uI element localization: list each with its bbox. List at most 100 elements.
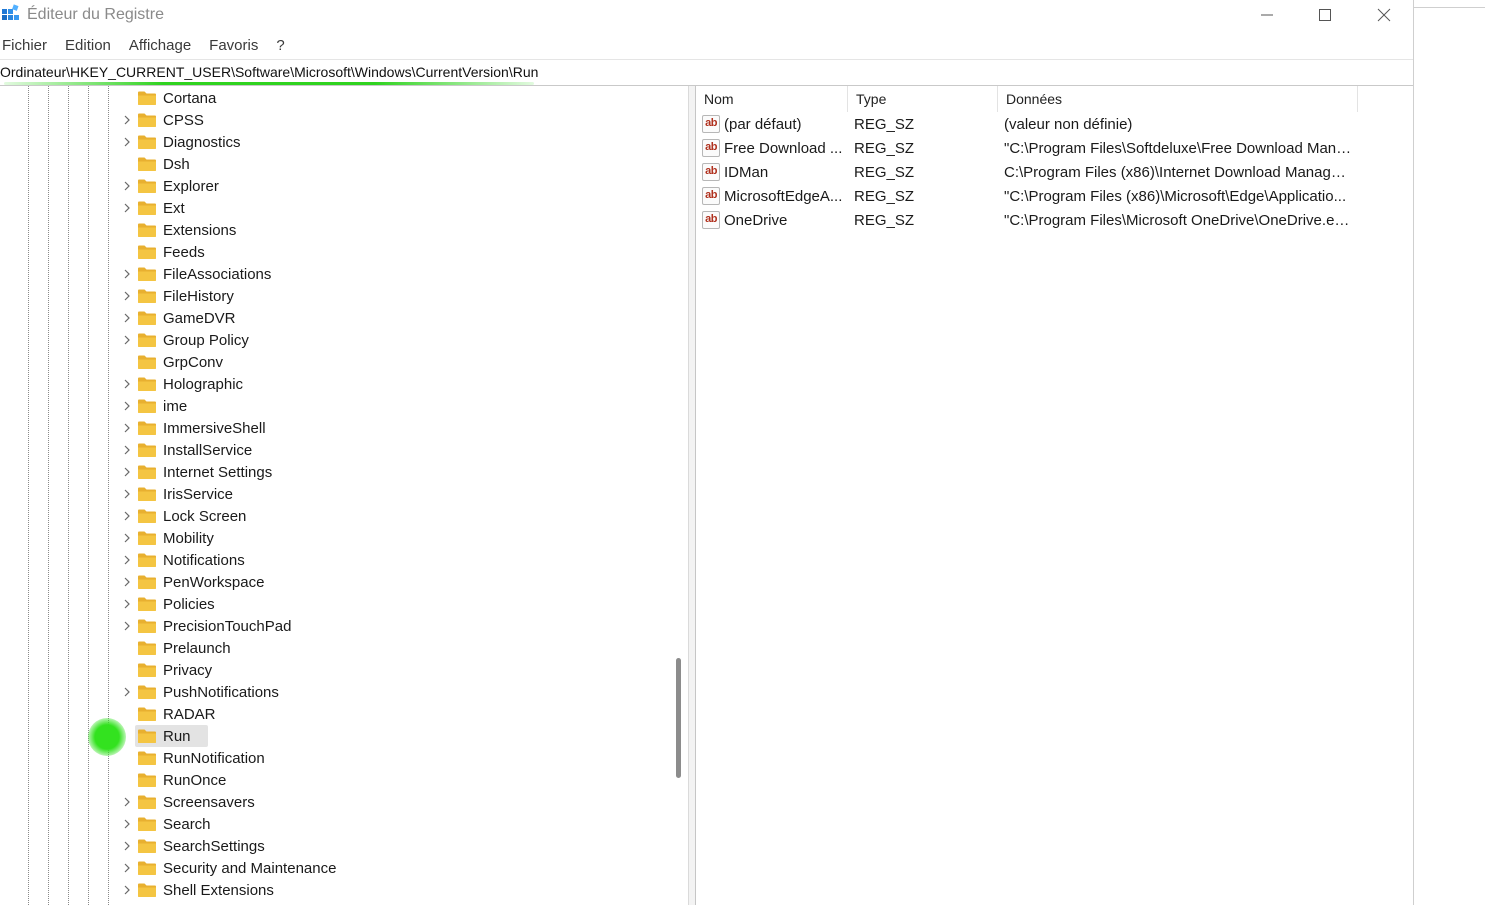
tree-item[interactable]: Explorer [118, 175, 222, 197]
tree-scrollbar[interactable] [670, 86, 688, 905]
chevron-right-icon[interactable] [118, 461, 136, 483]
chevron-right-icon[interactable] [118, 417, 136, 439]
tree-item[interactable]: RunOnce [118, 769, 229, 791]
tree-item[interactable]: Holographic [118, 373, 246, 395]
background-window-edge [1414, 0, 1485, 905]
tree-item[interactable]: RunNotification [118, 747, 268, 769]
chevron-right-icon[interactable] [118, 593, 136, 615]
chevron-right-icon[interactable] [118, 813, 136, 835]
tree-item[interactable]: SearchSettings [118, 835, 268, 857]
tree-item[interactable]: Cortana [118, 87, 219, 109]
tree-item[interactable]: Security and Maintenance [118, 857, 339, 879]
chevron-right-icon[interactable] [118, 835, 136, 857]
tree-item[interactable]: GrpConv [118, 351, 226, 373]
chevron-right-icon[interactable] [118, 175, 136, 197]
chevron-right-icon[interactable] [118, 131, 136, 153]
tree-item[interactable]: Group Policy [118, 329, 252, 351]
tree-item[interactable]: Diagnostics [118, 131, 244, 153]
tree-item[interactable]: Privacy [118, 659, 215, 681]
chevron-right-icon[interactable] [118, 263, 136, 285]
tree-item-label: Prelaunch [163, 639, 231, 657]
chevron-right-icon[interactable] [118, 483, 136, 505]
chevron-right-icon[interactable] [118, 549, 136, 571]
maximize-button[interactable] [1296, 0, 1354, 30]
tree-item[interactable]: Internet Settings [118, 461, 275, 483]
tree-item[interactable]: ime [118, 395, 190, 417]
minimize-button[interactable] [1238, 0, 1296, 30]
column-header-type[interactable]: Type [848, 86, 998, 112]
tree-item-label: Notifications [163, 551, 245, 569]
folder-icon [138, 223, 156, 237]
chevron-right-icon[interactable] [118, 571, 136, 593]
tree-item[interactable]: Shell Extensions [118, 879, 277, 901]
value-name: (par défaut) [724, 116, 802, 133]
chevron-right-icon[interactable] [118, 285, 136, 307]
tree-item[interactable]: Search [118, 813, 214, 835]
menu-edition[interactable]: Edition [56, 34, 120, 58]
tree-item-label: Holographic [163, 375, 244, 393]
tree-item[interactable]: ImmersiveShell [118, 417, 269, 439]
string-value-icon: ab [702, 163, 720, 181]
chevron-right-icon[interactable] [118, 615, 136, 637]
registry-value-row[interactable]: ab OneDrive REG_SZ "C:\Program Files\Micros… [696, 209, 1413, 233]
chevron-right-icon[interactable] [118, 395, 136, 417]
chevron-right-icon[interactable] [118, 879, 136, 901]
chevron-right-icon[interactable] [118, 373, 136, 395]
address-path[interactable]: Ordinateur\HKEY_CURRENT_USER\Software\Mi… [0, 64, 538, 80]
string-value-icon: ab [702, 115, 720, 133]
registry-value-row[interactable]: ab IDMan REG_SZ C:\Program Files (x86)\Inte… [696, 161, 1413, 185]
registry-value-row[interactable]: ab MicrosoftEdgeA... REG_SZ "C:\Program Fil… [696, 185, 1413, 209]
tree-item[interactable]: Notifications [118, 549, 248, 571]
chevron-right-icon[interactable] [118, 307, 136, 329]
address-bar[interactable]: Ordinateur\HKEY_CURRENT_USER\Software\Mi… [0, 59, 1413, 86]
tree-item[interactable]: RADAR [118, 703, 219, 725]
tree-item[interactable]: Extensions [118, 219, 239, 241]
menu-fichier[interactable]: Fichier [0, 34, 56, 58]
chevron-right-icon[interactable] [118, 791, 136, 813]
chevron-right-icon[interactable] [118, 439, 136, 461]
pane-splitter[interactable] [688, 86, 696, 905]
chevron-right-icon[interactable] [118, 857, 136, 879]
chevron-right-icon[interactable] [118, 329, 136, 351]
chevron-right-icon[interactable] [118, 197, 136, 219]
tree-item[interactable]: PushNotifications [118, 681, 282, 703]
tree-item[interactable]: Mobility [118, 527, 217, 549]
tree-item[interactable]: Screensavers [118, 791, 258, 813]
menu-affichage[interactable]: Affichage [120, 34, 200, 58]
tree-item[interactable]: PenWorkspace [118, 571, 267, 593]
chevron-right-icon[interactable] [118, 527, 136, 549]
registry-value-row[interactable]: ab Free Download ... REG_SZ "C:\Program Fil… [696, 137, 1413, 161]
column-header-name[interactable]: Nom [696, 86, 848, 112]
registry-value-row[interactable]: ab (par défaut) REG_SZ (valeur non définie) [696, 113, 1413, 137]
values-list-pane[interactable]: Nom Type Données ab (par défaut) REG_SZ (va… [696, 86, 1413, 905]
tree-item[interactable]: IrisService [118, 483, 236, 505]
value-data: "C:\Program Files\Microsoft OneDrive\One… [1004, 212, 1354, 229]
close-button[interactable] [1355, 0, 1413, 30]
tree-item-label: Feeds [163, 243, 205, 261]
tree-item[interactable]: Prelaunch [118, 637, 234, 659]
chevron-right-icon[interactable] [118, 109, 136, 131]
tree-item[interactable]: CPSS [118, 109, 207, 131]
title-bar[interactable]: Éditeur du Registre [0, 0, 1413, 30]
chevron-right-icon[interactable] [118, 681, 136, 703]
chevron-right-icon[interactable] [118, 505, 136, 527]
tree-item[interactable]: InstallService [118, 439, 255, 461]
tree-item[interactable]: Feeds [118, 241, 208, 263]
tree-item[interactable]: Run [118, 725, 208, 747]
tree-item[interactable]: Policies [118, 593, 218, 615]
tree-item[interactable]: PrecisionTouchPad [118, 615, 294, 637]
tree-item[interactable]: FileAssociations [118, 263, 274, 285]
tree-item[interactable]: Dsh [118, 153, 193, 175]
menu-favoris[interactable]: Favoris [200, 34, 267, 58]
tree-scrollbar-thumb[interactable] [676, 658, 681, 778]
key-tree-pane[interactable]: Cortana CPSS Diagnostics Dsh Explorer Ext Exte… [0, 86, 688, 905]
column-header-data[interactable]: Données [998, 86, 1358, 112]
tree-item[interactable]: GameDVR [118, 307, 239, 329]
tree-item[interactable]: Ext [118, 197, 188, 219]
tree-item[interactable]: FileHistory [118, 285, 237, 307]
tree-item[interactable]: Lock Screen [118, 505, 249, 527]
menu-help[interactable]: ? [267, 34, 293, 58]
tree-guide-line [48, 86, 49, 905]
folder-icon [138, 861, 156, 875]
